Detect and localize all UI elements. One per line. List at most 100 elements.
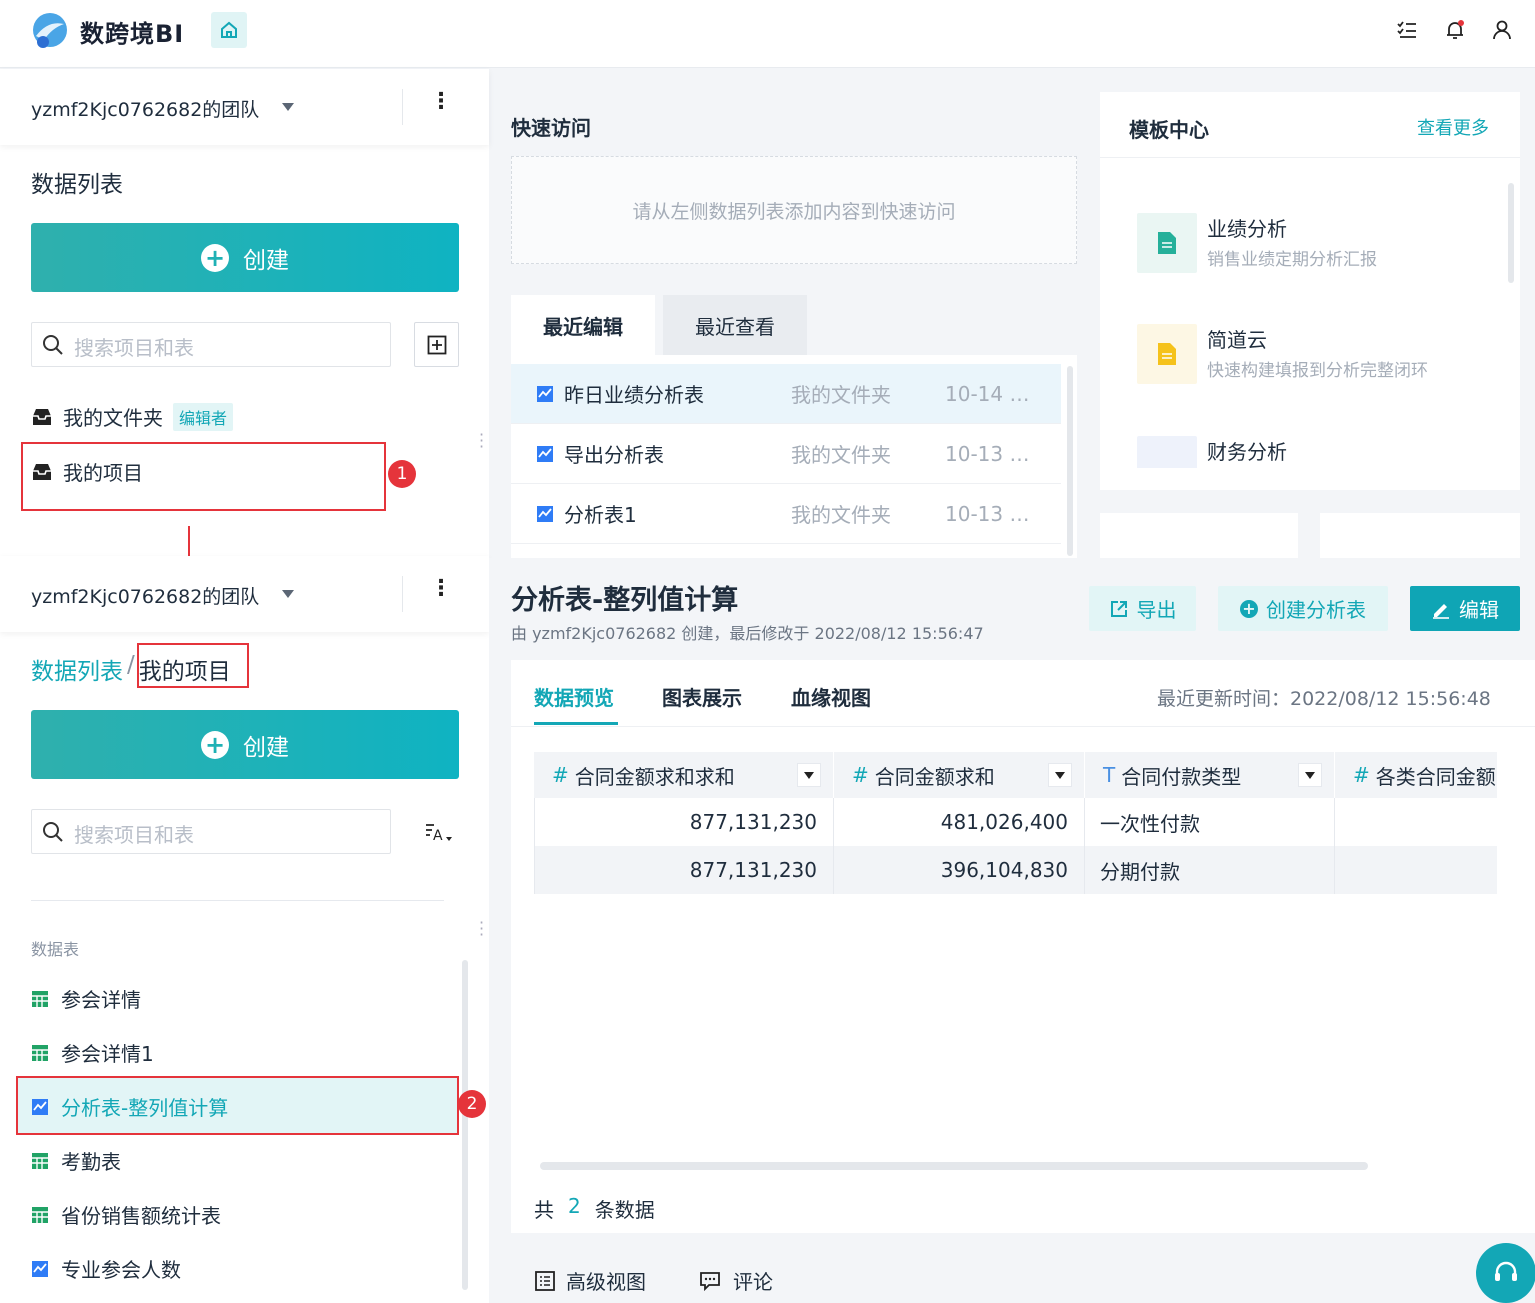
table-cell: 一次性付款 — [1085, 798, 1335, 846]
list-item[interactable]: 参会详情 — [31, 984, 141, 1013]
list-item[interactable]: 专业参会人数 — [31, 1254, 181, 1283]
more-icon[interactable]: ⋮ — [430, 576, 452, 601]
team-switcher[interactable]: yzmf2Kjc0762682的团队 ⋮ — [0, 69, 489, 145]
row-count: 共 2 条数据 — [534, 1194, 655, 1223]
inbox-icon — [33, 408, 51, 425]
task-list-icon[interactable] — [1395, 18, 1419, 42]
add-folder-button[interactable] — [414, 322, 459, 367]
recent-folder: 我的文件夹 — [791, 383, 891, 407]
home-button[interactable] — [211, 12, 247, 48]
scrollbar[interactable] — [1067, 366, 1073, 556]
see-more-link[interactable]: 查看更多 — [1417, 114, 1489, 140]
role-badge: 编辑者 — [173, 402, 234, 431]
column-name: 合同金额求和 — [874, 764, 995, 789]
chevron-down-icon — [1055, 771, 1065, 779]
divider — [402, 89, 403, 125]
bell-icon[interactable] — [1443, 18, 1467, 42]
create-label: 创建 — [243, 734, 289, 761]
template-name: 业绩分析 — [1207, 217, 1287, 241]
analysis-icon — [537, 446, 553, 462]
detail-title: 分析表-整列值计算 — [511, 585, 739, 616]
template-card[interactable]: 简道云快速构建填报到分析完整闭环 — [1137, 324, 1428, 384]
list-item[interactable]: 省份销售额统计表 — [31, 1200, 221, 1229]
recent-folder: 我的文件夹 — [791, 443, 891, 467]
add-box-icon — [427, 335, 446, 354]
analysis-icon — [537, 506, 553, 522]
recent-row[interactable]: 分析表1 我的文件夹 10-13 … — [511, 484, 1061, 544]
advanced-view-label: 高级视图 — [566, 1270, 646, 1294]
search-placeholder: 搜索项目和表 — [74, 336, 194, 360]
template-desc: 快速构建填报到分析完整闭环 — [1207, 361, 1428, 381]
scrollbar[interactable] — [1508, 183, 1514, 283]
recent-row[interactable]: 昨日业绩分析表 我的文件夹 10-14 … — [511, 364, 1061, 424]
column-menu-button[interactable] — [1048, 763, 1072, 787]
column-menu-button[interactable] — [797, 763, 821, 787]
create-analysis-button[interactable]: + 创建分析表 — [1218, 586, 1388, 631]
doc-icon — [1137, 213, 1197, 273]
breadcrumb-root[interactable]: 数据列表 — [31, 652, 123, 686]
team-name[interactable]: yzmf2Kjc0762682的团队 — [31, 95, 259, 122]
recent-folder: 我的文件夹 — [791, 503, 891, 527]
data-table: # 合同金额求和求和 # 合同金额求和 T 合同付款类型 # 各类合同金额 87… — [534, 752, 1497, 894]
tab-data-preview[interactable]: 数据预览 — [534, 682, 614, 711]
create-button[interactable]: + 创建 — [31, 223, 459, 292]
list-item-label: 参会详情 — [61, 988, 141, 1012]
template-card[interactable]: 财务分析 — [1137, 436, 1287, 468]
column-menu-button[interactable] — [1298, 763, 1322, 787]
analysis-icon — [32, 1260, 48, 1277]
column-name: 合同付款类型 — [1121, 764, 1242, 789]
logo-icon — [33, 13, 67, 48]
column-header[interactable]: # 合同金额求和 — [834, 752, 1085, 798]
column-header[interactable]: # 合同金额求和求和 — [534, 752, 834, 798]
table-cell: 396,104,830 — [834, 846, 1085, 894]
resize-handle[interactable]: · · · — [479, 915, 484, 943]
list-item[interactable]: 考勤表 — [31, 1146, 121, 1175]
sort-az-icon[interactable]: A — [424, 821, 454, 845]
recent-date: 10-13 … — [945, 501, 1030, 526]
recent-name: 导出分析表 — [564, 443, 664, 467]
edit-button[interactable]: 编辑 — [1410, 586, 1520, 631]
advanced-view-button[interactable]: 高级视图 — [534, 1266, 646, 1295]
export-button[interactable]: 导出 — [1089, 586, 1196, 631]
count-prefix: 共 — [534, 1198, 554, 1222]
more-icon[interactable]: ⋮ — [430, 89, 452, 114]
tab-recent-edit[interactable]: 最近编辑 — [511, 295, 655, 355]
table-cell: 877,131,230 — [534, 798, 834, 846]
headset-icon — [1495, 1261, 1517, 1281]
list-item[interactable]: 参会详情1 — [31, 1038, 154, 1067]
column-header[interactable]: T 合同付款类型 — [1085, 752, 1335, 798]
breadcrumb-separator: / — [127, 652, 135, 678]
export-label: 导出 — [1136, 598, 1177, 622]
resize-handle[interactable]: · · · — [479, 427, 484, 455]
chevron-down-icon[interactable] — [282, 103, 294, 111]
team-switcher[interactable]: yzmf2Kjc0762682的团队 ⋮ — [0, 556, 489, 632]
create-analysis-label: 创建分析表 — [1266, 598, 1366, 622]
chevron-down-icon — [1305, 771, 1315, 779]
support-chat-button[interactable] — [1476, 1243, 1535, 1303]
comment-button[interactable]: 评论 — [699, 1266, 773, 1295]
user-icon[interactable] — [1490, 18, 1514, 42]
recent-name: 昨日业绩分析表 — [564, 383, 704, 407]
tab-recent-view[interactable]: 最近查看 — [663, 295, 807, 355]
team-name[interactable]: yzmf2Kjc0762682的团队 — [31, 582, 259, 609]
template-name: 简道云 — [1207, 328, 1267, 352]
tab-lineage[interactable]: 血缘视图 — [791, 682, 871, 711]
search-input[interactable]: 搜索项目和表 — [31, 809, 391, 854]
top-bar: 数跨境BI — [0, 0, 1535, 68]
table-cell: 481,026,400 — [834, 798, 1085, 846]
folder-my-files[interactable]: 我的文件夹 编辑者 — [31, 402, 234, 431]
horizontal-scrollbar[interactable] — [540, 1162, 1368, 1170]
recent-row[interactable]: 导出分析表 我的文件夹 10-13 … — [511, 424, 1061, 484]
column-header[interactable]: # 各类合同金额 — [1335, 752, 1497, 798]
chevron-down-icon[interactable] — [282, 590, 294, 598]
tab-chart[interactable]: 图表展示 — [662, 682, 742, 711]
last-updated: 最近更新时间：2022/08/12 15:56:48 — [1157, 688, 1491, 710]
search-input[interactable]: 搜索项目和表 — [31, 322, 391, 367]
create-button[interactable]: + 创建 — [31, 710, 459, 779]
recent-date: 10-14 … — [945, 381, 1030, 406]
template-card[interactable]: 业绩分析 销售业绩定期分析汇报 — [1137, 213, 1377, 273]
scrollbar[interactable] — [462, 960, 468, 1290]
detail-meta: 由 yzmf2Kjc0762682 创建，最后修改于 2022/08/12 15… — [511, 624, 984, 643]
table-cell: 877,131,230 — [534, 846, 834, 894]
table-icon — [32, 1152, 48, 1169]
